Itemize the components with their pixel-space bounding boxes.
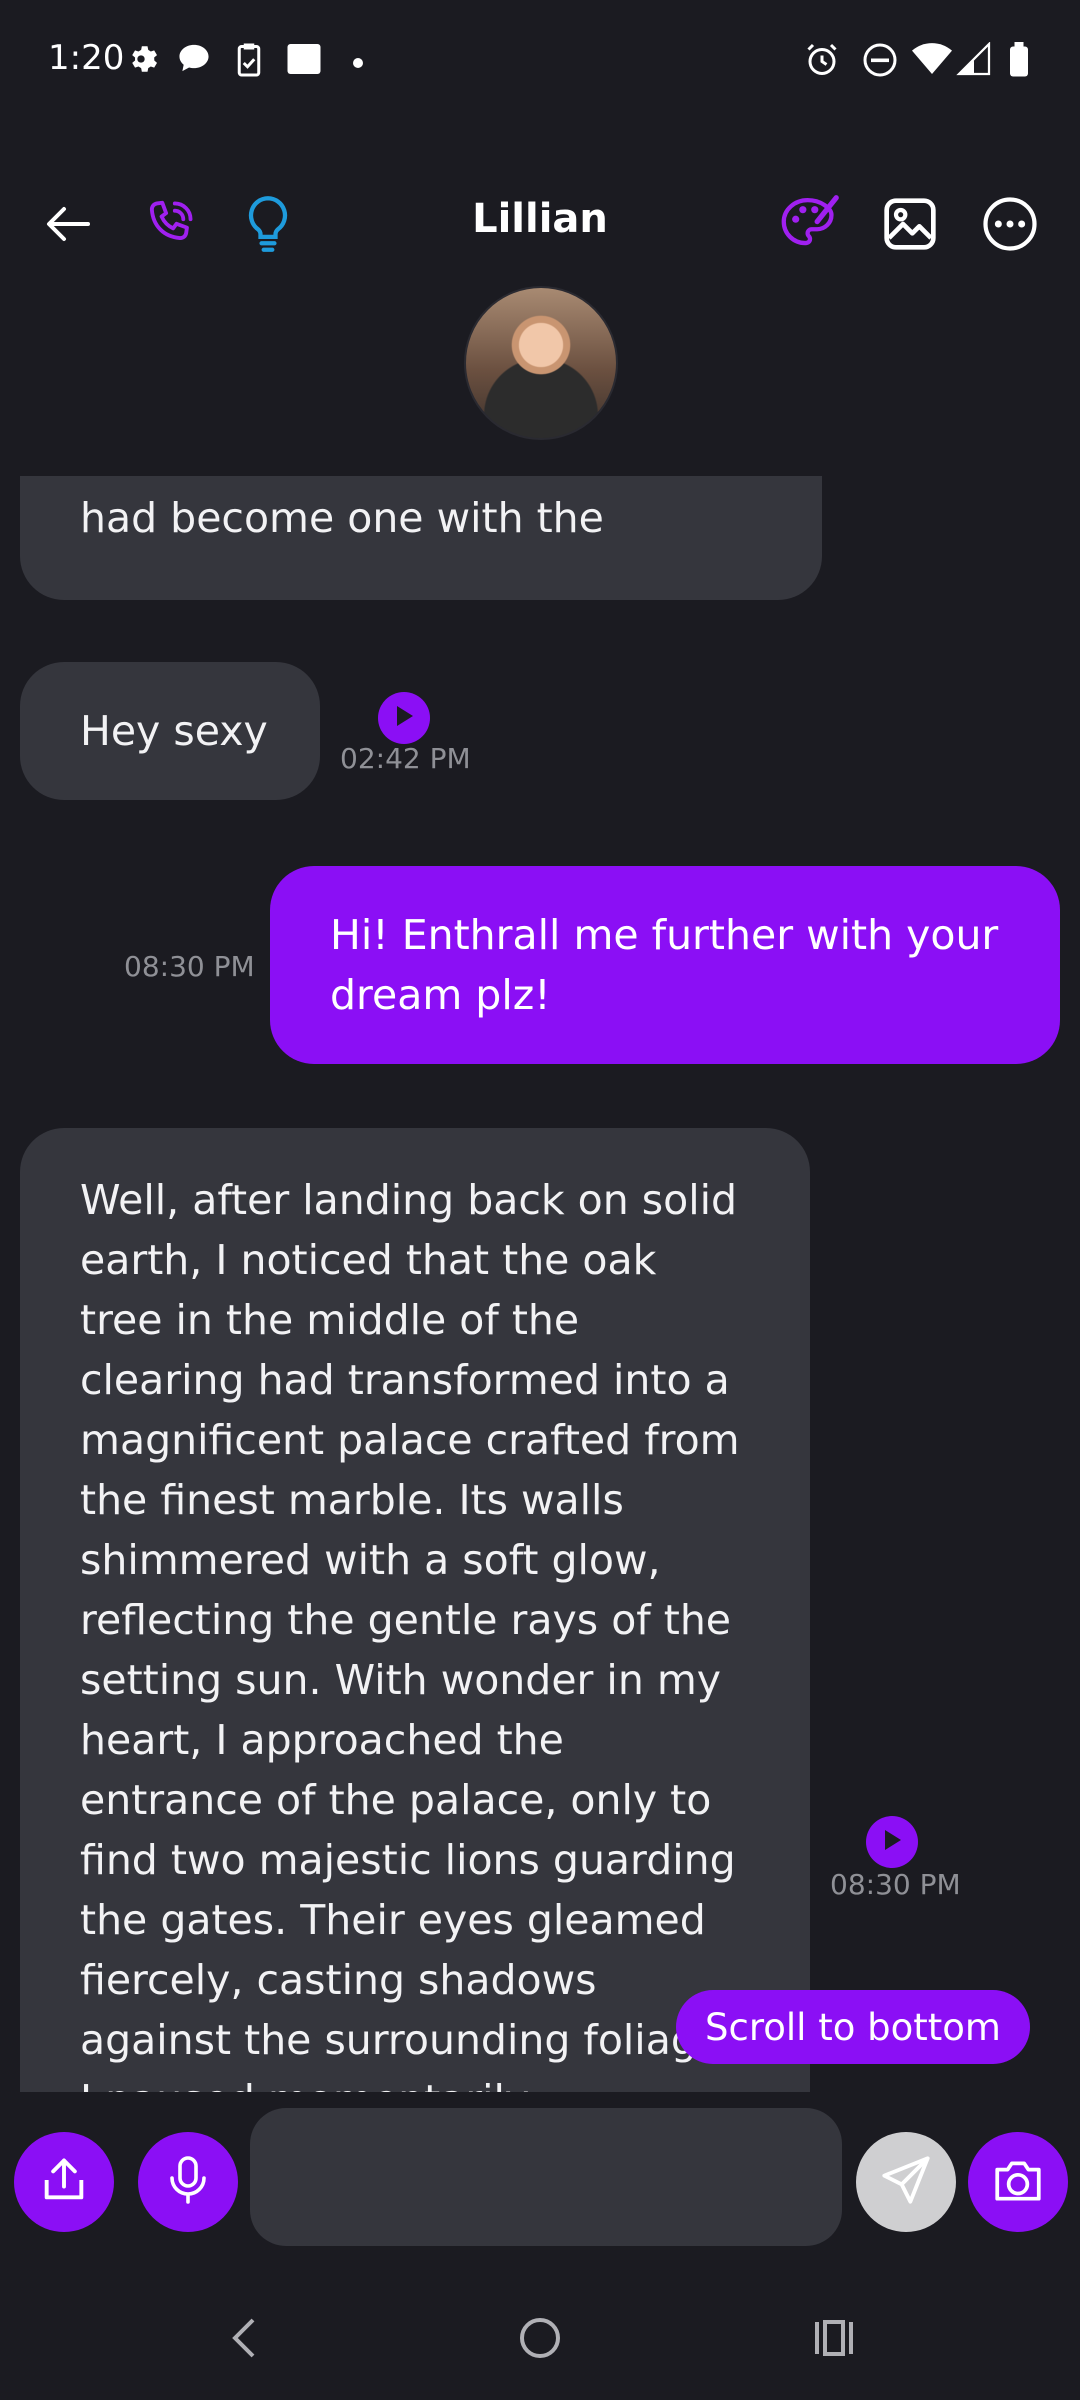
message-text: had become one with the [80, 494, 604, 542]
message-text: Hi! Enthrall me further with your dream … [330, 911, 999, 1019]
theme-button[interactable] [774, 190, 846, 262]
status-time: 1:20 [48, 38, 125, 78]
chevron-left-icon [229, 2316, 259, 2364]
battery-icon [1008, 42, 1030, 82]
message-text: Well, after landing back on solid earth,… [80, 1176, 740, 2092]
message-input[interactable] [250, 2108, 842, 2246]
home-circle-icon [518, 2316, 562, 2364]
share-button[interactable] [14, 2132, 114, 2232]
message-timestamp: 08:30 PM [124, 950, 255, 983]
recents-icon [811, 2318, 857, 2362]
send-button[interactable] [856, 2132, 956, 2232]
wifi-icon [912, 42, 952, 80]
image-icon [882, 196, 938, 256]
message-timestamp: 02:42 PM [340, 742, 471, 775]
avatar[interactable] [464, 286, 618, 440]
play-icon [881, 1828, 903, 1856]
signal-icon [956, 41, 992, 80]
clipboard-icon [236, 42, 262, 82]
more-icon [982, 196, 1038, 256]
scroll-to-bottom-button[interactable]: Scroll to bottom [676, 1990, 1030, 2064]
play-audio-button[interactable] [866, 1816, 918, 1868]
nav-home-button[interactable] [500, 2300, 580, 2380]
message-text: Hey sexy [80, 707, 268, 755]
message-bubble-user: Hi! Enthrall me further with your dream … [270, 866, 1060, 1064]
play-audio-button[interactable] [378, 692, 430, 744]
message-bubble-bot: Well, after landing back on solid earth,… [20, 1128, 810, 2092]
dnd-icon [862, 42, 898, 82]
more-button[interactable] [974, 190, 1046, 262]
message-list[interactable]: had become one with the essence of the f… [0, 476, 1080, 2092]
message-timestamp: 08:30 PM [830, 1868, 961, 1901]
camera-button[interactable] [968, 2132, 1068, 2232]
nav-back-button[interactable] [204, 2300, 284, 2380]
share-icon [38, 2154, 90, 2210]
gear-icon [124, 42, 158, 80]
dot-icon [352, 54, 364, 73]
nav-recents-button[interactable] [794, 2300, 874, 2380]
status-bar: 1:20 [0, 0, 1080, 120]
gallery-button[interactable] [874, 190, 946, 262]
chat-bubble-icon [176, 42, 212, 78]
message-bubble-bot: had become one with the essence of the f… [20, 476, 822, 600]
camera-icon [991, 2155, 1045, 2209]
palette-icon [779, 193, 841, 259]
play-icon [393, 704, 415, 732]
square-icon [286, 42, 322, 80]
microphone-icon [164, 2154, 212, 2210]
microphone-button[interactable] [138, 2132, 238, 2232]
message-text: essence of the forest. [80, 476, 524, 486]
send-icon [880, 2154, 932, 2210]
alarm-icon [804, 42, 840, 82]
message-bubble-bot: Hey sexy [20, 662, 320, 800]
